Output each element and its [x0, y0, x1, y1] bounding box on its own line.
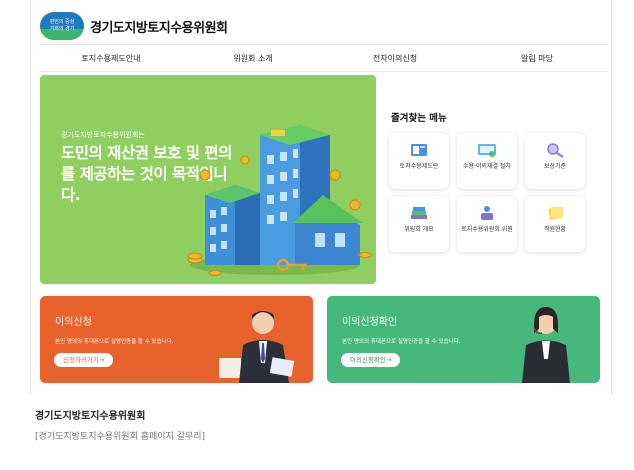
favorite-land-expropriation-system[interactable]: 토지수용제도란: [389, 133, 449, 189]
people-icon: [476, 204, 498, 222]
logo-text-line1: 편민의 중심: [49, 19, 75, 25]
favorite-committee-members[interactable]: 토지수용위원회 위원: [457, 196, 517, 252]
hero-banner: 경기도지방토지수용위원회는 도민의 재산권 보호 및 편의를 제공하는 것이 목…: [40, 75, 376, 284]
objection-card-title: 이의신청: [55, 317, 92, 328]
favorites-title: 즐겨찾는 메뉴: [391, 113, 447, 124]
caption-subtitle: [경기도지방토지수용위원회 홈페이지 갈무리]: [35, 432, 206, 442]
objection-check-card-title: 이의신청확인: [342, 317, 398, 328]
favorite-compensation-standard[interactable]: 보상기준: [525, 133, 585, 189]
nav-item-notices[interactable]: 알림 마당: [466, 53, 608, 64]
businesswoman-illustration: [522, 307, 570, 383]
objection-apply-button[interactable]: 신청하러가기→: [54, 353, 114, 367]
favorite-label: 수용·이의재결 절차: [463, 163, 511, 170]
city-coins-illustration: [187, 125, 372, 276]
favorite-staff-status[interactable]: 직원현황: [525, 196, 585, 252]
main-nav: 토지수용제도안내 위원회 소개 전자이의신청 알림 마당: [40, 44, 608, 72]
businessman-illustration: [219, 311, 295, 383]
objection-check-card-desc: 본인 명의의 휴대폰으로 실명인증을 할 수 있습니다.: [342, 339, 461, 345]
monitor-icon: [476, 141, 498, 159]
notes-icon: [544, 204, 566, 222]
objection-card-desc: 본인 명의의 휴대폰으로 실명인증을 할 수 있습니다.: [55, 339, 174, 345]
favorite-label: 토지수용제도란: [399, 163, 439, 170]
site-logo[interactable]: 편민의 중심 기회의 경기: [40, 12, 84, 40]
favorite-committee-overview[interactable]: 위원회 개요: [389, 196, 449, 252]
favorite-label: 위원회 개요: [404, 226, 434, 233]
objection-card: 이의신청 본인 명의의 휴대폰으로 실명인증을 할 수 있습니다. 신청하러가기…: [40, 296, 313, 383]
objection-check-button[interactable]: 이의신청확인→: [341, 353, 401, 367]
nav-item-committee-intro[interactable]: 위원회 소개: [182, 53, 324, 64]
book-icon: [408, 141, 430, 159]
favorite-label: 토지수용위원회 위원: [461, 226, 513, 233]
objection-check-card: 이의신청확인 본인 명의의 휴대폰으로 실명인증을 할 수 있습니다. 이의신청…: [327, 296, 600, 383]
books-icon: [408, 204, 430, 222]
hero-small-text: 경기도지방토지수용위원회는: [61, 131, 145, 139]
favorite-expropriation-procedure[interactable]: 수용·이의재결 절차: [457, 133, 517, 189]
site-header: 편민의 중심 기회의 경기 경기도지방토지수용위원회: [40, 8, 228, 44]
favorite-label: 보상기준: [543, 163, 567, 170]
caption-title: 경기도지방토지수용위원회: [35, 411, 146, 422]
logo-text-line2: 기회의 경기: [49, 26, 75, 32]
magnifier-icon: [544, 141, 566, 159]
favorite-label: 직원현황: [543, 226, 567, 233]
favorites-grid: 토지수용제도란 수용·이의재결 절차 보상기준 위원회 개요 토지수용위원회 위…: [389, 133, 589, 252]
nav-item-land-expropriation-guide[interactable]: 토지수용제도안내: [40, 53, 182, 64]
site-title[interactable]: 경기도지방토지수용위원회: [90, 17, 228, 36]
nav-item-e-objection[interactable]: 전자이의신청: [324, 53, 466, 64]
